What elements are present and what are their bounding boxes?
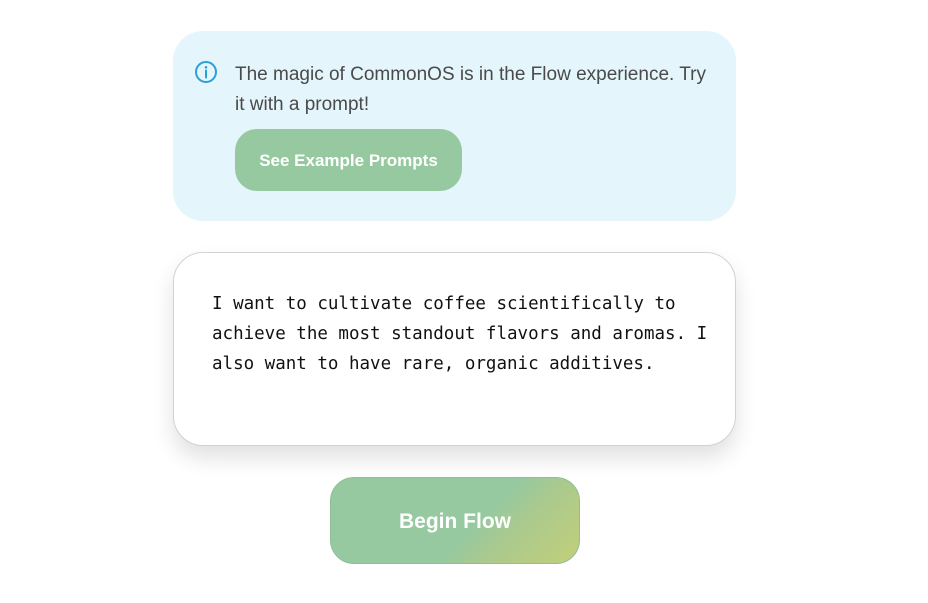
info-message: The magic of CommonOS is in the Flow exp… xyxy=(235,64,706,115)
prompt-input-card[interactable]: I want to cultivate coffee scientificall… xyxy=(173,252,736,446)
begin-flow-button[interactable]: Begin Flow xyxy=(330,477,580,564)
info-banner: The magic of CommonOS is in the Flow exp… xyxy=(173,31,736,221)
info-icon xyxy=(194,60,218,84)
prompt-input-text[interactable]: I want to cultivate coffee scientificall… xyxy=(212,289,712,379)
see-example-prompts-button[interactable]: See Example Prompts xyxy=(235,129,462,191)
